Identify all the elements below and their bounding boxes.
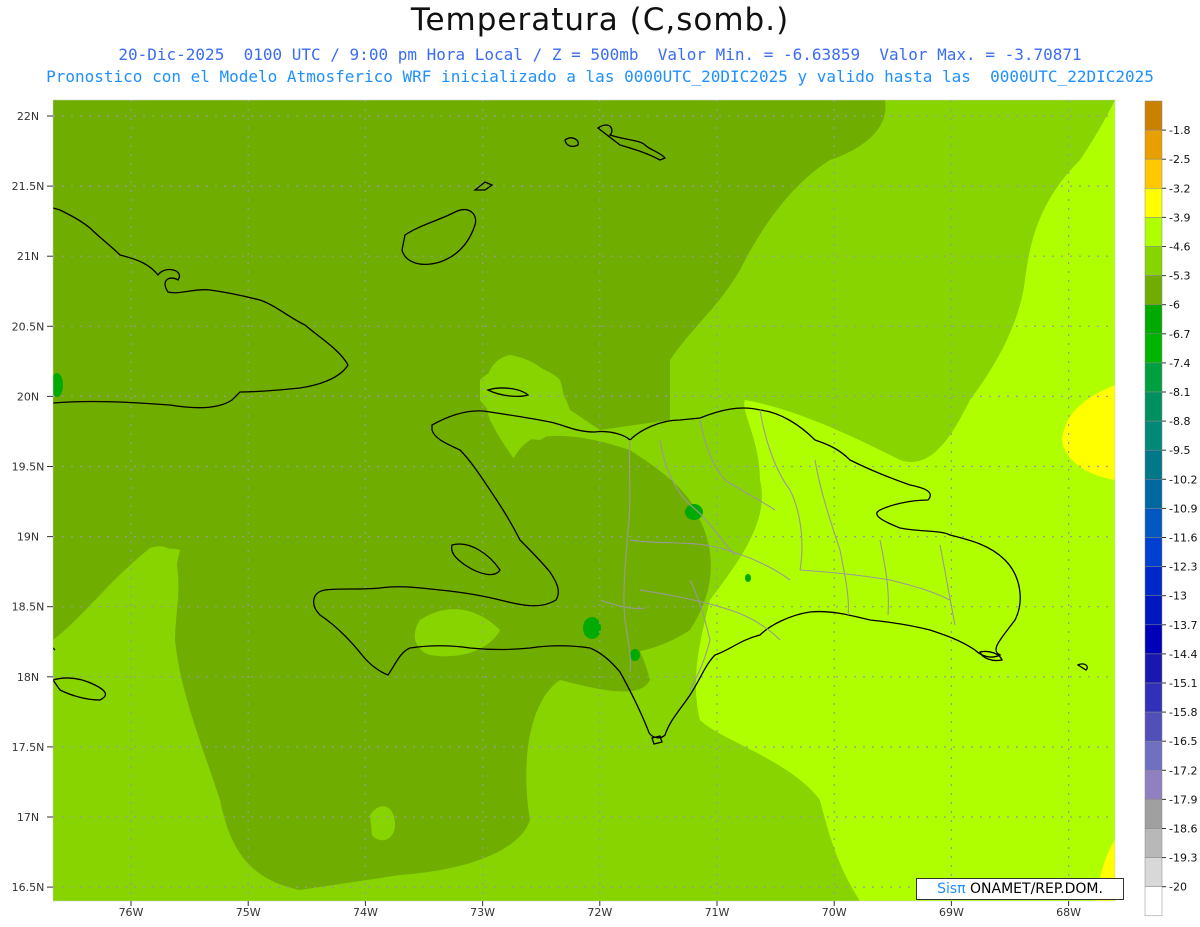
legend-label: -8.1 [1169, 386, 1190, 399]
legend-swatch [1144, 624, 1163, 655]
lon-tick-label: 68W [1056, 906, 1081, 919]
lon-tick-label: 70W [822, 906, 847, 919]
legend-swatch [1144, 857, 1163, 887]
legend-swatch [1144, 828, 1163, 858]
lon-tick-label: 72W [587, 906, 612, 919]
legend-swatch [1144, 449, 1163, 480]
legend-swatch [1144, 333, 1163, 364]
legend-label: -4.6 [1169, 241, 1190, 254]
legend-label: -17.9 [1169, 793, 1197, 806]
legend-swatch [1144, 595, 1163, 626]
shade-small-islet [370, 806, 395, 841]
legend-label: -15.8 [1169, 706, 1197, 719]
sispi-logo: Sisπ [937, 881, 966, 897]
legend-swatch [1144, 770, 1163, 800]
shade-spot-5 [745, 574, 751, 582]
lat-tick-label: 16.5N [12, 881, 45, 894]
shaded-field [53, 100, 1115, 901]
lon-tick-label: 71W [705, 906, 730, 919]
legend-label: -6.7 [1169, 328, 1190, 341]
legend-swatch [1144, 362, 1163, 393]
legend-label: -3.2 [1169, 182, 1190, 195]
legend-label: -12.3 [1169, 561, 1197, 574]
legend-label: -10.2 [1169, 473, 1197, 486]
legend-swatch [1144, 711, 1163, 742]
legend-label: -20 [1169, 881, 1187, 894]
lon-tick-label: 76W [119, 906, 144, 919]
legend-swatch [1144, 188, 1163, 218]
legend-label: -7.4 [1169, 357, 1190, 370]
lat-tick-label: 20.5N [12, 320, 45, 333]
legend-label: -14.4 [1169, 648, 1197, 661]
lat-tick-label: 19N [17, 531, 39, 544]
legend-label: -17.2 [1169, 764, 1197, 777]
legend-label: -8.8 [1169, 415, 1190, 428]
shade-spot-1 [583, 617, 601, 639]
legend-swatch [1144, 566, 1163, 596]
legend-label: -1.8 [1169, 124, 1190, 137]
legend-swatch [1144, 537, 1163, 567]
legend-label: -15.1 [1169, 677, 1197, 690]
legend-swatch [1144, 391, 1163, 422]
lon-tick-label: 74W [353, 906, 378, 919]
legend-swatch [1144, 682, 1163, 713]
legend-swatch [1144, 420, 1163, 451]
lat-tick-label: 21.5N [12, 180, 45, 193]
lat-tick-label: 22N [17, 110, 39, 123]
legend-swatch [1144, 275, 1163, 305]
legend-label: -18.6 [1169, 823, 1197, 836]
shade-spot-2 [685, 504, 703, 520]
source-badge: Sisπ ONAMET/REP.DOM. [916, 878, 1124, 900]
legend-swatch [1144, 304, 1163, 335]
legend-label: -2.5 [1169, 153, 1190, 166]
lat-tick-label: 18N [17, 671, 39, 684]
shade-spot-3 [630, 649, 640, 661]
legend-label: -13 [1169, 590, 1187, 603]
legend-label: -3.9 [1169, 211, 1190, 224]
lon-tick-label: 73W [470, 906, 495, 919]
lat-tick-label: 17.5N [12, 741, 45, 754]
color-legend: -1.8 -2.5 -3.2 -3.9 -4.6 -5.3 -6 -6.7 -7.4 -8.1 -8… [1144, 100, 1197, 917]
legend-label: -13.7 [1169, 619, 1197, 632]
lon-tick-label: 69W [939, 906, 964, 919]
legend-swatch [1144, 217, 1163, 247]
legend-label: -16.5 [1169, 735, 1197, 748]
legend-swatch [1144, 129, 1163, 160]
lat-tick-label: 21N [17, 250, 39, 263]
lon-tick-label: 75W [236, 906, 261, 919]
legend-swatch [1144, 100, 1163, 131]
legend-label: -9.5 [1169, 444, 1190, 457]
legend-label: -6 [1169, 299, 1180, 312]
lat-tick-label: 19.5N [12, 461, 45, 474]
legend-swatch [1144, 246, 1163, 276]
legend-swatch [1144, 886, 1163, 917]
legend-label: -5.3 [1169, 270, 1190, 283]
legend-label: -11.6 [1169, 532, 1197, 545]
coast-jamaica-west [53, 647, 56, 651]
legend-label: -10.9 [1169, 502, 1197, 515]
source-text: ONAMET/REP.DOM. [965, 881, 1103, 897]
temperature-map: 22N 21.5N 21N 20.5N 20N 19.5N 19N 18.5N 18N 17.5N… [12, 99, 1197, 919]
legend-swatch [1144, 653, 1163, 684]
legend-swatch [1144, 799, 1163, 829]
legend-swatch [1144, 479, 1163, 509]
legend-swatch [1144, 508, 1163, 538]
lat-tick-label: 20N [17, 390, 39, 403]
lat-tick-label: 18.5N [12, 601, 45, 614]
legend-label: -19.3 [1169, 852, 1197, 865]
lat-tick-label: 17N [17, 811, 39, 824]
legend-swatch [1144, 158, 1163, 189]
legend-swatch [1144, 740, 1163, 771]
